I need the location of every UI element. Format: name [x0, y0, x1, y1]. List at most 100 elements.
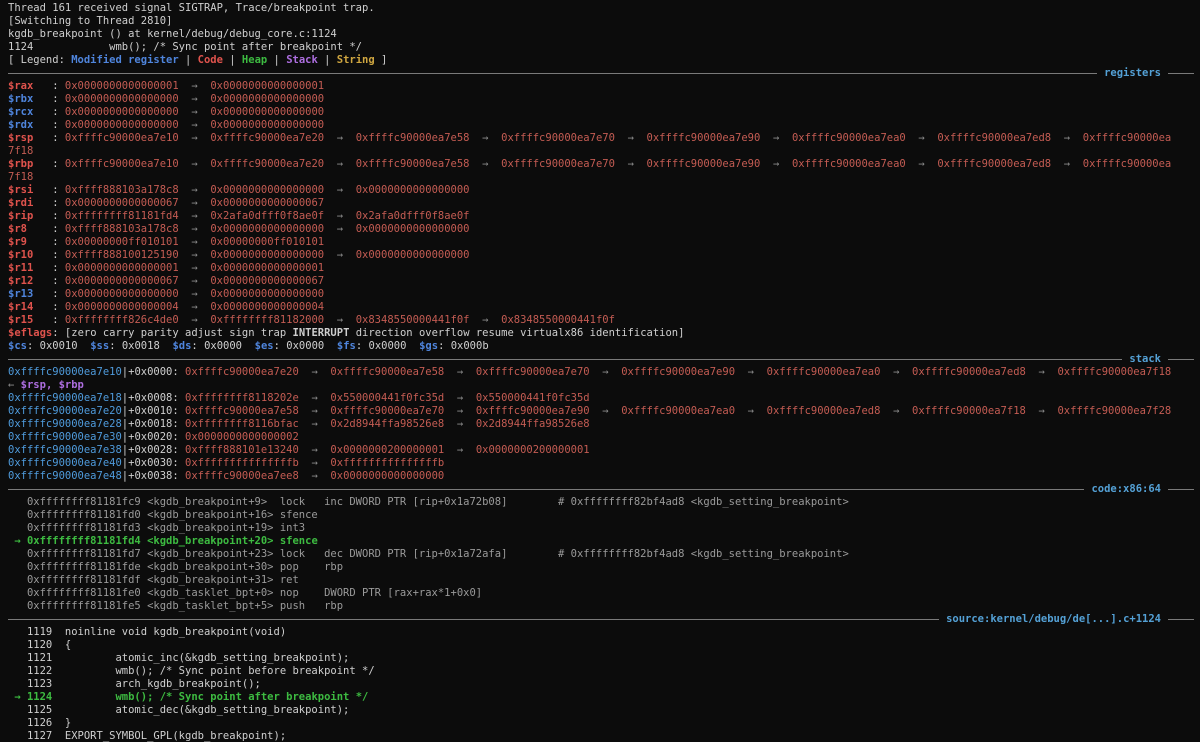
- text-segment: |: [267, 54, 287, 66]
- text-segment: 0xffffc90000ea7e40: [8, 457, 122, 469]
- register-row-rbp-wrap: 7f18: [8, 171, 1200, 184]
- stack-row: 0xffffc90000ea7e10|+0x0000: 0xffffc90000…: [8, 366, 1200, 379]
- text-segment: →: [178, 314, 211, 326]
- console-line-thread-switch: [Switching to Thread 2810]: [8, 15, 1200, 28]
- text-segment: 0xffffc90000ea7e70: [501, 158, 615, 170]
- text-segment: 7f18: [8, 145, 34, 157]
- register-row-rip: $rip : 0xffffffff81181fd4 → 0x2afa0dfff0…: [8, 210, 1200, 223]
- register-row-rbp: $rbp : 0xffffc90000ea7e10 → 0xffffc90000…: [8, 158, 1200, 171]
- text-segment: $r9: [8, 236, 27, 248]
- source-row: 1126 }: [8, 717, 1200, 730]
- gef-debugger-terminal[interactable]: Thread 161 received signal SIGTRAP, Trac…: [0, 0, 1200, 742]
- text-segment: direction overflow resume virtualx86 ide…: [349, 327, 685, 339]
- source-row: 1127 EXPORT_SYMBOL_GPL(kgdb_breakpoint);: [8, 730, 1200, 742]
- text-segment: 0x0000000000000004: [210, 301, 325, 313]
- text-segment: $r8: [8, 223, 27, 235]
- text-segment: :: [33, 210, 65, 222]
- text-segment: 0x0000000000000000: [64, 119, 179, 131]
- text-segment: $cs: [8, 340, 27, 352]
- text-segment: 0xffffc90000ea: [1082, 132, 1172, 144]
- text-segment: →: [178, 119, 211, 131]
- text-segment: →: [178, 236, 211, 248]
- stack-row: 0xffffc90000ea7e18|+0x0008: 0xffffffff81…: [8, 392, 1200, 405]
- text-segment: →: [298, 405, 331, 417]
- text-segment: $es: [254, 340, 274, 352]
- text-segment: 0xffffc90000ea7e90: [475, 405, 590, 417]
- text-segment: 0xffff888103a178c8: [64, 223, 179, 235]
- text-segment: 0x0000000000000000: [210, 288, 325, 300]
- text-segment: 0x00000000ff010101: [210, 236, 325, 248]
- section-title-source: source:kernel/debug/de[...].c+1124: [946, 613, 1161, 625]
- text-segment: 0xffffc90000ea7e10: [64, 132, 179, 144]
- text-segment: →: [324, 223, 356, 235]
- text-segment: 1119 noinline void kgdb_breakpoint(void): [8, 626, 287, 638]
- text-segment: 0xffffc90000ea7ea0: [621, 405, 736, 417]
- text-segment: 0xffffffff81181fd4: [64, 210, 179, 222]
- section-separator-registers: registers: [8, 67, 1200, 80]
- text-segment: 0xffffc90000ea7ea0: [791, 158, 906, 170]
- text-segment: 0xffffffff826c4de0: [64, 314, 179, 326]
- text-segment: 0x0000000000000000: [355, 184, 470, 196]
- text-segment: :: [33, 119, 65, 131]
- text-segment: 0x0000000000000000: [355, 223, 470, 235]
- code-row-current: → 0xffffffff81181fd4 <kgdb_breakpoint+20…: [8, 535, 1200, 548]
- text-segment: 0xffffffff81181fd7 <kgdb_breakpoint+23> …: [8, 548, 849, 560]
- text-segment: [zero carry parity adjust sign trap: [64, 327, 293, 339]
- text-segment: 0xffffffff81181fd4 <kgdb_breakpoint+20> …: [26, 535, 318, 547]
- register-row-rcx: $rcx : 0x0000000000000000 → 0x0000000000…: [8, 106, 1200, 119]
- text-segment: :: [191, 340, 205, 352]
- register-row-eflags: $eflags: [zero carry parity adjust sign …: [8, 327, 1200, 340]
- text-segment: :: [33, 106, 65, 118]
- text-segment: 0x0000000000000000: [355, 249, 470, 261]
- text-segment: 0xffffc90000ea7ea0: [791, 132, 906, 144]
- text-segment: 0xffffffff81181fc9 <kgdb_breakpoint+9> l…: [8, 496, 849, 508]
- text-segment: →: [178, 132, 211, 144]
- separator-rule: [8, 359, 1123, 360]
- stack-row: 0xffffc90000ea7e28|+0x0018: 0xffffffff81…: [8, 418, 1200, 431]
- text-segment: $ss: [90, 340, 110, 352]
- text-segment: 0xfffffffffffffffb: [185, 457, 299, 469]
- code-row: 0xffffffff81181fd0 <kgdb_breakpoint+16> …: [8, 509, 1200, 522]
- text-segment: →: [178, 249, 211, 261]
- text-segment: 0xfffffffffffffffb: [330, 457, 445, 469]
- text-segment: 0xffffc90000ea7e10: [64, 158, 179, 170]
- text-segment: 0x0000000000000001: [64, 262, 179, 274]
- text-segment: 0xffffc90000ea7ed8: [766, 405, 881, 417]
- text-segment: 0xffffc90000ea7f18: [1057, 366, 1172, 378]
- text-segment: |+0x0038:: [121, 470, 186, 482]
- text-segment: :: [26, 340, 40, 352]
- text-segment: 0xffffc90000ea7e58: [330, 366, 445, 378]
- stack-row: 0xffffc90000ea7e38|+0x0028: 0xffff888101…: [8, 444, 1200, 457]
- text-segment: 0x0000000000000067: [210, 197, 325, 209]
- text-segment: 0x0000000000000001: [210, 262, 325, 274]
- text-segment: 0xffffc90000ea7e20: [185, 366, 299, 378]
- text-segment: →: [8, 535, 27, 547]
- stack-row: 0xffffc90000ea7e40|+0x0030: 0xffffffffff…: [8, 457, 1200, 470]
- text-segment: →: [178, 158, 211, 170]
- stack-row-register-hint: ← $rsp, $rbp: [8, 379, 1200, 392]
- text-segment: :: [438, 340, 451, 352]
- text-segment: →: [444, 444, 476, 456]
- text-segment: 0xffffffff81181fde <kgdb_breakpoint+30> …: [8, 561, 344, 573]
- separator-rule: [1168, 359, 1194, 360]
- text-segment: 0x0000000000000000: [210, 223, 325, 235]
- text-segment: →: [298, 457, 331, 469]
- text-segment: →: [178, 80, 211, 92]
- text-segment: 1126 }: [8, 717, 72, 729]
- text-segment: :: [33, 314, 65, 326]
- text-segment: →: [589, 405, 622, 417]
- separator-rule: [1168, 73, 1194, 74]
- text-segment: Heap: [241, 54, 268, 66]
- text-segment: 0xffffc90000ea7ed8: [912, 366, 1026, 378]
- text-segment: →: [905, 158, 938, 170]
- register-row-rdi: $rdi : 0x0000000000000067 → 0x0000000000…: [8, 197, 1200, 210]
- code-row: 0xffffffff81181fe5 <kgdb_tasklet_bpt+5> …: [8, 600, 1200, 613]
- text-segment: |: [222, 54, 242, 66]
- text-segment: 0x0000000000000000: [64, 106, 179, 118]
- text-segment: $rdx: [8, 119, 34, 131]
- text-segment: [78, 340, 91, 352]
- text-segment: 0x0000000000000067: [64, 275, 179, 287]
- text-segment: 0xffffc90000ea: [1082, 158, 1172, 170]
- text-segment: 0xffffc90000ea7e58: [355, 132, 470, 144]
- separator-rule: [8, 73, 1098, 74]
